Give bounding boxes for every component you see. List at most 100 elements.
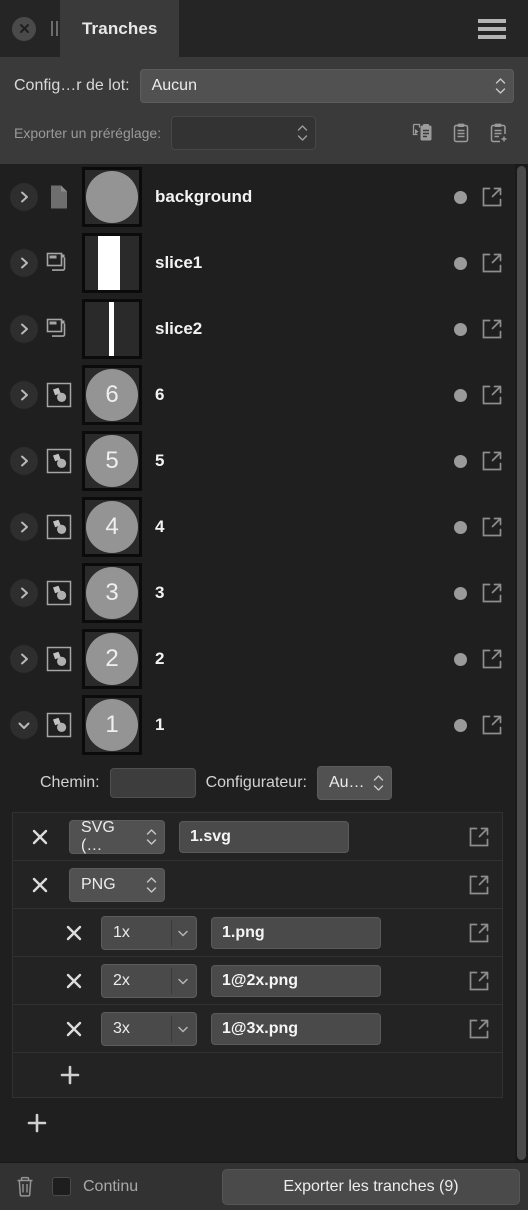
chevron-right-icon[interactable] bbox=[10, 645, 38, 673]
slice-row[interactable]: 33 bbox=[0, 560, 515, 626]
slice-row[interactable]: slice2 bbox=[0, 296, 515, 362]
hamburger-menu-icon[interactable] bbox=[472, 13, 512, 45]
slice-type-icon bbox=[42, 184, 76, 210]
slice-thumbnail[interactable]: 1 bbox=[82, 695, 142, 755]
scale-value: 2x bbox=[113, 971, 130, 989]
chevron-right-icon[interactable] bbox=[10, 315, 38, 343]
chevron-right-icon[interactable] bbox=[10, 513, 38, 541]
filename-input[interactable]: 1@3x.png bbox=[211, 1012, 381, 1045]
status-dot[interactable] bbox=[454, 322, 467, 336]
slice-thumbnail[interactable] bbox=[82, 233, 142, 293]
export-format-row: PNG bbox=[13, 861, 502, 909]
continuous-checkbox[interactable] bbox=[52, 1177, 71, 1196]
vertical-scrollbar[interactable] bbox=[515, 164, 528, 1162]
chevron-right-icon[interactable] bbox=[10, 447, 38, 475]
slice-thumbnail[interactable]: 4 bbox=[82, 497, 142, 557]
remove-scale-icon[interactable] bbox=[59, 923, 89, 943]
path-input[interactable] bbox=[109, 768, 196, 798]
slice-row[interactable]: 11 bbox=[0, 692, 515, 758]
status-dot[interactable] bbox=[454, 190, 467, 204]
chevron-right-icon[interactable] bbox=[10, 381, 38, 409]
slices-export-panel: Tranches Config…r de lot: Aucun Exporter… bbox=[0, 0, 528, 1210]
scrollbar-thumb[interactable] bbox=[517, 166, 526, 1160]
open-external-icon[interactable] bbox=[481, 516, 503, 538]
pause-grip-icon[interactable] bbox=[49, 21, 60, 36]
open-external-icon[interactable] bbox=[468, 970, 490, 992]
slice-name: 1 bbox=[155, 715, 165, 734]
chevron-down-icon[interactable] bbox=[10, 711, 38, 739]
close-circle-icon[interactable] bbox=[12, 16, 36, 41]
export-slices-button[interactable]: Exporter les tranches (9) bbox=[222, 1168, 520, 1205]
scale-select[interactable]: 2x bbox=[101, 963, 197, 998]
filename-input[interactable]: 1.png bbox=[211, 916, 381, 949]
status-dot[interactable] bbox=[454, 454, 467, 468]
open-external-icon[interactable] bbox=[481, 582, 503, 604]
slice-row[interactable]: slice1 bbox=[0, 230, 515, 296]
open-external-icon[interactable] bbox=[481, 648, 503, 670]
slice-row[interactable]: background bbox=[0, 164, 515, 230]
thumbnail-slice bbox=[109, 302, 114, 356]
open-external-icon[interactable] bbox=[468, 826, 490, 848]
thumbnail-symbol: 1 bbox=[86, 699, 138, 751]
chevron-right-icon[interactable] bbox=[10, 183, 38, 211]
slice-thumbnail[interactable]: 6 bbox=[82, 365, 142, 425]
slice-thumbnail[interactable]: 2 bbox=[82, 629, 142, 689]
filename-input[interactable]: 1@2x.png bbox=[211, 964, 381, 997]
slice-name: 5 bbox=[155, 451, 165, 470]
scale-select[interactable]: 1x bbox=[101, 915, 197, 950]
thumbnail-slice bbox=[98, 236, 120, 290]
scale-select[interactable]: 3x bbox=[101, 1011, 197, 1046]
remove-format-icon[interactable] bbox=[25, 827, 55, 847]
status-dot[interactable] bbox=[454, 520, 467, 534]
slice-thumbnail[interactable] bbox=[82, 167, 142, 227]
tab-tranches[interactable]: Tranches bbox=[60, 0, 180, 57]
add-preset-icon[interactable] bbox=[484, 118, 514, 148]
configurator-select[interactable]: Au… bbox=[316, 766, 392, 800]
slice-row[interactable]: 55 bbox=[0, 428, 515, 494]
open-external-icon[interactable] bbox=[481, 384, 503, 406]
thumbnail-symbol: 6 bbox=[86, 369, 138, 421]
open-external-icon[interactable] bbox=[481, 252, 503, 274]
export-preset-select[interactable] bbox=[171, 116, 317, 150]
slice-row[interactable]: 66 bbox=[0, 362, 515, 428]
slice-row[interactable]: 44 bbox=[0, 494, 515, 560]
thumbnail-symbol: 2 bbox=[86, 633, 138, 685]
status-dot[interactable] bbox=[454, 652, 467, 666]
add-export-icon[interactable] bbox=[59, 1064, 81, 1086]
slices-list-container: background slice1 slice2 6 6 5 5 4 4 3 3 2 2 1 1 Chemin… bbox=[0, 164, 528, 1162]
open-external-icon[interactable] bbox=[468, 1018, 490, 1040]
add-slice-icon[interactable] bbox=[26, 1112, 48, 1134]
remove-scale-icon[interactable] bbox=[59, 1019, 89, 1039]
apply-preset-icon[interactable] bbox=[408, 118, 438, 148]
open-external-icon[interactable] bbox=[481, 186, 503, 208]
export-preset-row: Exporter un préréglage: bbox=[14, 116, 514, 150]
status-dot[interactable] bbox=[454, 388, 467, 402]
bottom-toolbar: Continu Exporter les tranches (9) bbox=[0, 1162, 528, 1210]
remove-scale-icon[interactable] bbox=[59, 971, 89, 991]
filename-input[interactable]: 1.svg bbox=[179, 820, 349, 853]
open-external-icon[interactable] bbox=[481, 714, 503, 736]
batch-configurator-select[interactable]: Aucun bbox=[139, 69, 514, 103]
open-external-icon[interactable] bbox=[468, 922, 490, 944]
format-select[interactable]: SVG (… bbox=[69, 819, 165, 854]
slices-list: background slice1 slice2 6 6 5 5 4 4 3 3 2 2 1 1 Chemin… bbox=[0, 164, 515, 1162]
remove-format-icon[interactable] bbox=[25, 875, 55, 895]
open-external-icon[interactable] bbox=[481, 450, 503, 472]
status-dot[interactable] bbox=[454, 718, 467, 732]
slice-name: slice1 bbox=[155, 253, 203, 272]
slice-thumbnail[interactable]: 5 bbox=[82, 431, 142, 491]
status-dot[interactable] bbox=[454, 586, 467, 600]
slice-detail-panel: Chemin: Configurateur: Au… SVG (… 1.svg PNG 1x… bbox=[0, 758, 515, 1148]
open-external-icon[interactable] bbox=[481, 318, 503, 340]
slice-thumbnail[interactable]: 3 bbox=[82, 563, 142, 623]
chevron-right-icon[interactable] bbox=[10, 249, 38, 277]
chevron-right-icon[interactable] bbox=[10, 579, 38, 607]
slice-thumbnail[interactable] bbox=[82, 299, 142, 359]
slice-row[interactable]: 22 bbox=[0, 626, 515, 692]
format-value: PNG bbox=[81, 875, 116, 893]
format-select[interactable]: PNG bbox=[69, 867, 165, 902]
status-dot[interactable] bbox=[454, 256, 467, 270]
open-external-icon[interactable] bbox=[468, 874, 490, 896]
trash-icon[interactable] bbox=[10, 1172, 40, 1202]
copy-preset-icon[interactable] bbox=[446, 118, 476, 148]
